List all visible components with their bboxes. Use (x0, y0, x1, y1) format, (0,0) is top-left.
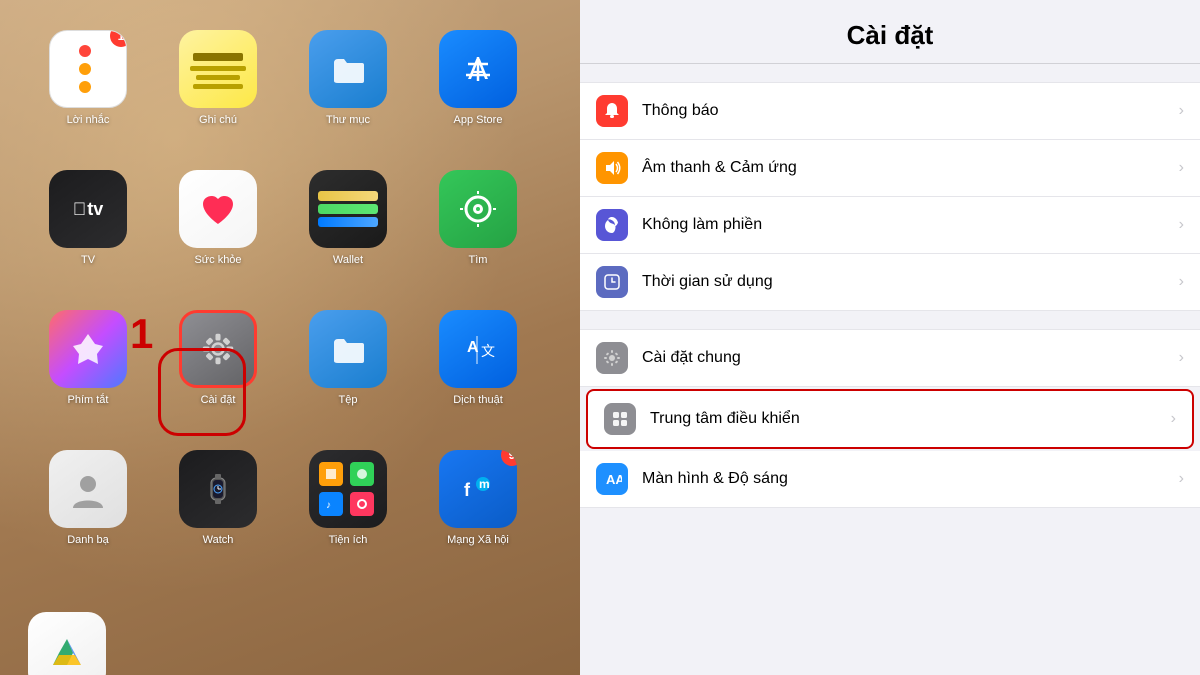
reminders-label: Lời nhắc (67, 114, 110, 126)
social-badge: 9 (501, 450, 517, 466)
social-label: Mạng Xã hội (447, 534, 509, 546)
bottom-row: 855 (0, 600, 580, 675)
app-find[interactable]: Tìm (418, 170, 538, 300)
app-wallet[interactable]: Wallet (288, 170, 408, 300)
dnd-icon (602, 215, 622, 235)
sounds-chevron: › (1179, 159, 1184, 177)
settings-panel: Cài đặt Thông báo › (580, 0, 1200, 675)
section-gap-2 (580, 311, 1200, 329)
app-health[interactable]: Sức khỏe (158, 170, 278, 300)
display-chevron: › (1179, 470, 1184, 488)
notifications-icon-bg (596, 95, 628, 127)
screentime-label: Thời gian sử dụng (642, 273, 1171, 291)
wallet-label: Wallet (333, 254, 363, 266)
display-icon-bg: AA (596, 463, 628, 495)
iphone-home-screen: 1 Lời nhắc Ghi chú Thư mục (0, 0, 580, 675)
shortcuts-icon (65, 326, 111, 372)
app-social[interactable]: f m 9 Mạng Xã hội (418, 450, 538, 580)
files-label: Tệp (339, 394, 358, 406)
settings-section-1: Thông báo › Âm thanh & Cảm ứng › (580, 82, 1200, 311)
app-files[interactable]: Tệp (288, 310, 408, 440)
health-label: Sức khỏe (194, 254, 241, 266)
sounds-icon (602, 158, 622, 178)
sounds-label: Âm thanh & Cảm ứng (642, 159, 1171, 177)
translate-label: Dịch thuật (453, 394, 503, 406)
settings-row-notifications[interactable]: Thông báo › (580, 82, 1200, 140)
screentime-chevron: › (1179, 273, 1184, 291)
tv-label: TV (81, 254, 95, 266)
controlcenter-icon-bg (604, 403, 636, 435)
settings-row-display[interactable]: AA Màn hình & Độ sáng › (580, 451, 1200, 508)
google-drive-icon (45, 629, 89, 673)
appstore-label: App Store (454, 114, 503, 126)
svg-text:AA: AA (606, 472, 622, 487)
display-label: Màn hình & Độ sáng (642, 470, 1171, 488)
settings-row-screentime[interactable]: Thời gian sử dụng › (580, 254, 1200, 311)
svg-text:文: 文 (481, 343, 495, 359)
dnd-icon-bg (596, 209, 628, 241)
settings-highlight-box (158, 348, 246, 436)
app-google-drive[interactable] (28, 612, 106, 675)
screentime-icon-bg (596, 266, 628, 298)
contacts-icon (65, 466, 111, 512)
app-notes[interactable]: Ghi chú (158, 30, 278, 160)
translate-icon: A 文 (455, 326, 501, 372)
shortcuts-label: Phím tắt (68, 394, 109, 406)
appstore-icon: A (454, 45, 502, 93)
notes-label: Ghi chú (199, 114, 237, 126)
folder-icon (326, 47, 370, 91)
dnd-label: Không làm phiền (642, 216, 1171, 234)
app-contacts[interactable]: Danh bạ (28, 450, 148, 580)
files-icon (326, 327, 370, 371)
svg-text:f: f (464, 480, 471, 500)
find-label: Tìm (469, 254, 488, 266)
settings-row-general[interactable]: Cài đặt chung › (580, 329, 1200, 387)
social-icon: f m (455, 466, 501, 512)
dnd-chevron: › (1179, 216, 1184, 234)
app-grid: 1 Lời nhắc Ghi chú Thư mục (0, 0, 580, 600)
app-utilities[interactable]: ♪ Tiện ích (288, 450, 408, 580)
general-label: Cài đặt chung (642, 349, 1171, 367)
sounds-icon-bg (596, 152, 628, 184)
control-center-wrapper: Trung tâm điều khiển › 2 (580, 387, 1200, 451)
step-1-number: 1 (130, 310, 153, 358)
files-folder-label: Thư mục (326, 114, 370, 126)
settings-header: Cài đặt (580, 0, 1200, 64)
svg-text:♪: ♪ (326, 500, 331, 511)
notifications-label: Thông báo (642, 102, 1171, 120)
app-appstore[interactable]: A App Store (418, 30, 538, 160)
controlcenter-chevron: › (1171, 410, 1176, 428)
watch-icon (195, 466, 241, 512)
general-icon (602, 348, 622, 368)
settings-row-dnd[interactable]: Không làm phiền › (580, 197, 1200, 254)
app-reminders[interactable]: 1 Lời nhắc (28, 30, 148, 160)
settings-title: Cài đặt (604, 20, 1176, 51)
app-watch[interactable]: Watch (158, 450, 278, 580)
controlcenter-label: Trung tâm điều khiển (650, 410, 1163, 428)
settings-list: Thông báo › Âm thanh & Cảm ứng › (580, 64, 1200, 675)
utilities-label: Tiện ích (329, 534, 368, 546)
section-gap-top (580, 64, 1200, 82)
app-translate[interactable]: A 文 Dịch thuật (418, 310, 538, 440)
screentime-icon (602, 272, 622, 292)
general-icon-bg (596, 342, 628, 374)
watch-label: Watch (203, 534, 234, 546)
controlcenter-icon (610, 409, 630, 429)
app-files-folder[interactable]: Thư mục (288, 30, 408, 160)
contacts-label: Danh bạ (67, 534, 109, 546)
find-icon (455, 186, 501, 232)
display-icon: AA (602, 469, 622, 489)
settings-row-sounds[interactable]: Âm thanh & Cảm ứng › (580, 140, 1200, 197)
notifications-icon (602, 101, 622, 121)
health-icon (195, 186, 241, 232)
reminders-badge: 1 (110, 30, 127, 47)
tv-icon-text: tv (73, 199, 104, 220)
notifications-chevron: › (1179, 102, 1184, 120)
settings-row-controlcenter[interactable]: Trung tâm điều khiển › (586, 389, 1194, 449)
general-chevron: › (1179, 349, 1184, 367)
svg-text:m: m (479, 477, 490, 491)
settings-section-2: Cài đặt chung › Trung tâm điều khiển (580, 329, 1200, 508)
app-tv[interactable]: tv TV (28, 170, 148, 300)
